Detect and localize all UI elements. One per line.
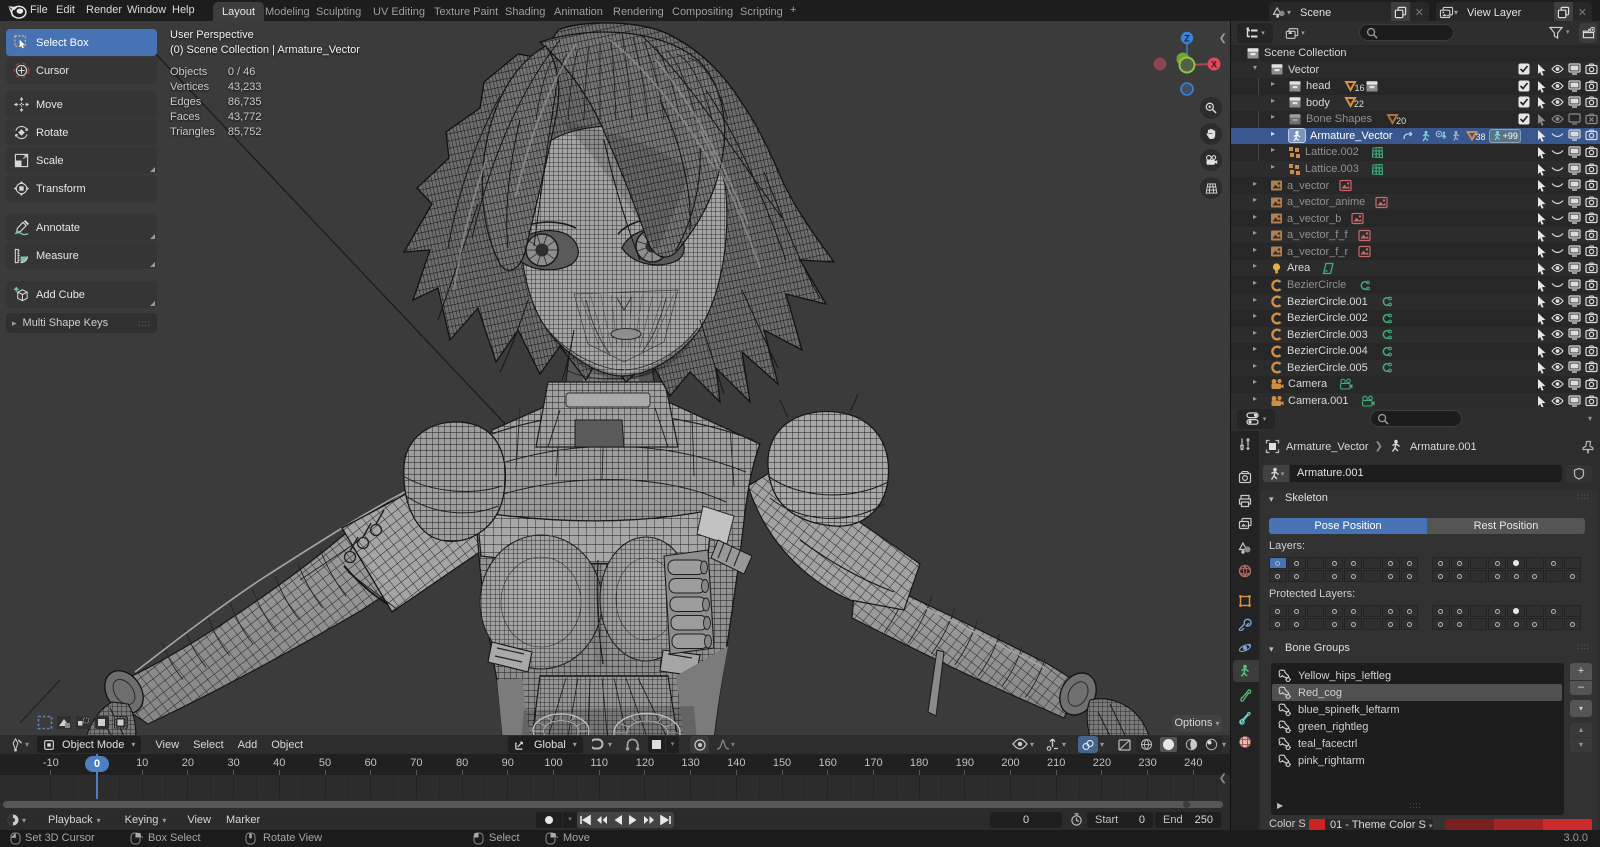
- svg-text:Z: Z: [1184, 34, 1190, 44]
- svg-text:X: X: [1211, 60, 1217, 70]
